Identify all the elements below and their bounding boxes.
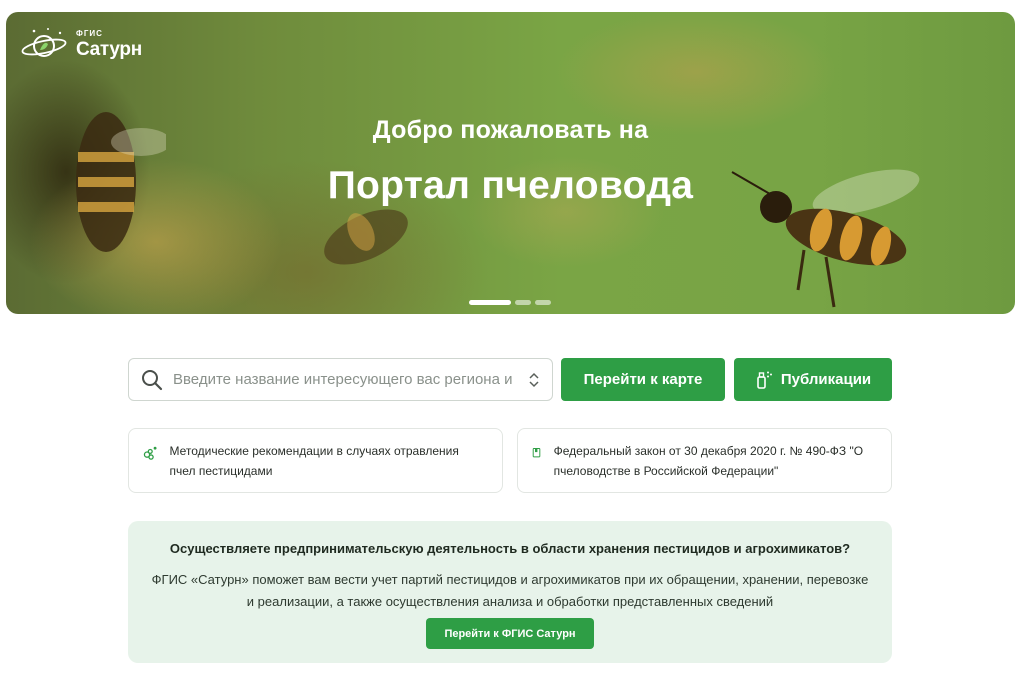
card-text: Методические рекомендации в случаях отра… <box>169 444 459 478</box>
promo-text: ФГИС «Сатурн» поможет вам вести учет пар… <box>151 572 869 609</box>
spray-bottle-icon <box>757 371 772 389</box>
search-input[interactable] <box>173 371 528 388</box>
go-to-saturn-button[interactable]: Перейти к ФГИС Сатурн <box>426 618 594 649</box>
go-to-map-label: Перейти к карте <box>583 371 703 388</box>
carousel-dot-3[interactable] <box>535 300 551 305</box>
saturn-planet-icon <box>21 28 67 57</box>
carousel-dots <box>469 300 551 305</box>
chevron-up-down-icon[interactable] <box>528 372 540 388</box>
card-text: Федеральный закон от 30 декабря 2020 г. … <box>553 444 864 478</box>
hero-subtitle: Добро пожаловать на <box>372 116 649 144</box>
search-icon <box>142 369 163 390</box>
logo-caption: ФГИС <box>76 28 103 38</box>
carousel-dot-1[interactable] <box>469 300 511 305</box>
publications-button[interactable]: Публикации <box>734 358 892 401</box>
card-pesticide-guidelines[interactable]: Методические рекомендации в случаях отра… <box>128 428 503 493</box>
logo-title: Сатурн <box>76 38 142 60</box>
go-to-map-button[interactable]: Перейти к карте <box>561 358 725 401</box>
card-federal-law[interactable]: Федеральный закон от 30 декабря 2020 г. … <box>517 428 892 493</box>
bee-swarm-icon <box>143 446 157 460</box>
hero-banner: ФГИС Сатурн Добро пожаловать на Портал п… <box>6 12 1015 314</box>
carousel-dot-2[interactable] <box>515 300 531 305</box>
document-icon <box>532 448 541 458</box>
region-search[interactable] <box>128 358 553 401</box>
promo-title: Осуществляете предпринимательскую деятел… <box>169 541 851 556</box>
saturn-logo[interactable]: ФГИС Сатурн <box>20 26 142 62</box>
publications-label: Публикации <box>780 371 872 388</box>
hero-title: Портал пчеловода <box>327 164 694 207</box>
saturn-promo: Осуществляете предпринимательскую деятел… <box>128 521 892 663</box>
